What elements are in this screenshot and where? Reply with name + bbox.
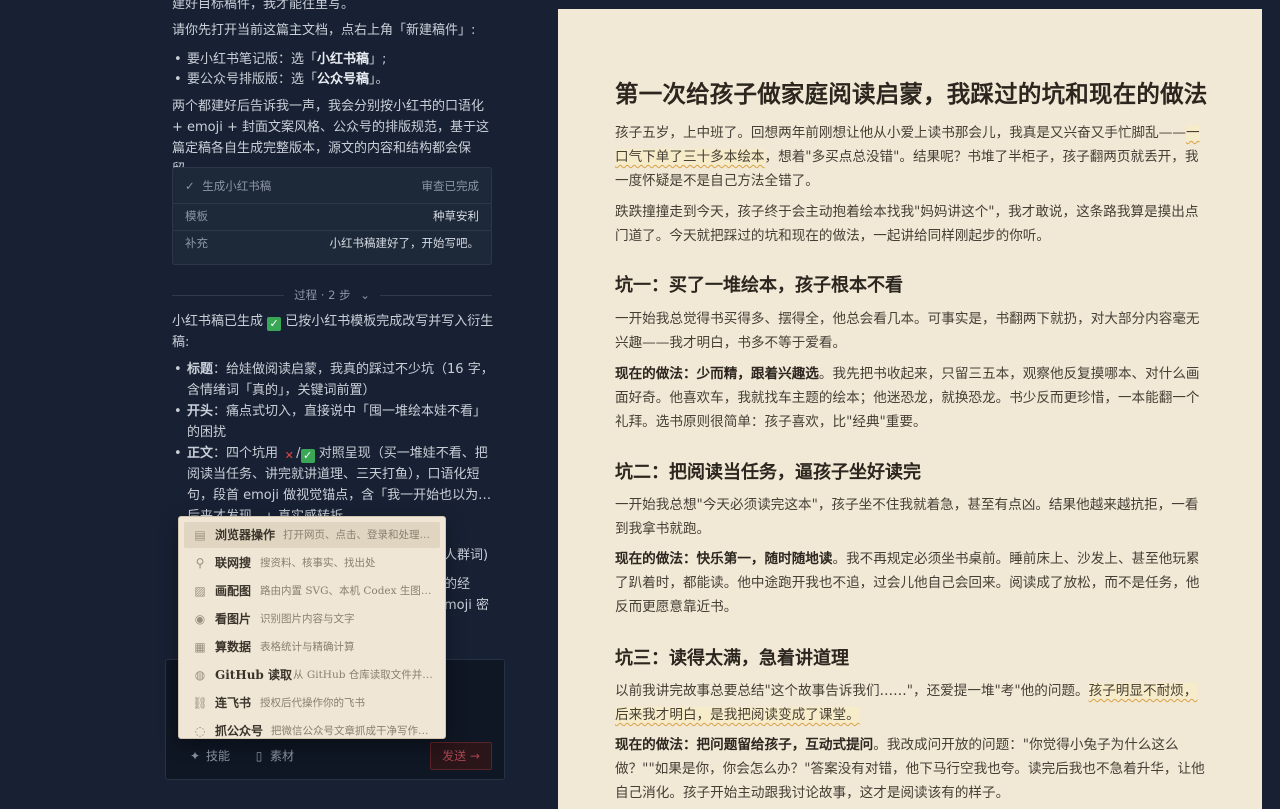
document-title: 第一次给孩子做家庭阅读启蒙，我踩过的坑和现在的做法 (615, 80, 1208, 108)
list-item: • 要公众号排版版：选「公众号稿」。 (174, 72, 389, 87)
list-item: • 正文：四个坑用 ✕ / ✓ 对照呈现（买一堆娃不看、把阅读当任务、讲完就讲道理、… (174, 446, 492, 524)
document-paragraph: 跌跌撞撞走到今天，孩子终于会主动抱着绘本找我"妈妈讲这个"，我才敢说，这条路我算… (615, 204, 1199, 244)
menu-item-image-gen[interactable]: ▨ 画配图 路由内置 SVG、本机 Codex 生图与… (184, 578, 440, 604)
process-toggle[interactable]: 过程 · 2 步 ⌄ (172, 286, 492, 304)
check-icon: ✓ (185, 179, 195, 193)
status-card-value: 小红书稿建好了，开始写吧。 (329, 236, 480, 250)
document-paragraph: 孩子五岁，上中班了。回想两年前刚想让他从小爱上读书那会儿，我真是又兴奋又手忙脚乱… (615, 125, 1200, 189)
menu-item-view-image[interactable]: ◉ 看图片 识别图片内容与文字 (184, 606, 440, 632)
menu-item-search[interactable]: ⚲ 联网搜 搜资料、核事实、找出处 (184, 550, 440, 576)
section-heading: 坑一：买了一堆绘本，孩子根本不看 (615, 275, 903, 296)
cross-emoji-icon: ✕ (284, 449, 294, 462)
list-item: • 标题：给娃做阅读启蒙，我真的踩过不少坑（16 字，含情绪词「真的」，关键词前… (174, 362, 494, 398)
chat-text-fragment: 的经 (444, 577, 471, 592)
chat-message-result: 小红书稿已生成 ✓ 已按小红书模板完成改写并写入衍生稿: (172, 314, 494, 350)
menu-item-data[interactable]: ▦ 算数据 表格统计与精确计算 (184, 634, 440, 660)
status-card-state: 审查已完成 (421, 179, 480, 193)
document-paragraph: 一开始我总想"今天必须读完这本"，孩子坐不住我就着急，甚至有点凶。结果他越来越抗… (615, 497, 1199, 537)
menu-item-wechat[interactable]: ◌ 抓公众号 把微信公众号文章抓成干净写作素材 (184, 718, 440, 738)
document-paragraph: 现在的做法：少而精，跟着兴趣选。我先把书收起来，只留三五本，观察他反复摸哪本、对… (615, 366, 1200, 430)
section-heading: 坑二：把阅读当任务，逼孩子坐好读完 (615, 462, 921, 483)
status-card-value: 种草安利 (433, 209, 479, 223)
eye-icon: ◉ (194, 612, 206, 626)
sparkle-icon: ✦ (189, 749, 201, 763)
search-icon: ⚲ (195, 556, 205, 570)
table-icon: ▦ (194, 640, 206, 654)
link-icon: ⛓ (192, 696, 208, 710)
list-item: • 开头：痛点式切入，直接说中「囤一堆绘本娃不看」的困扰 (174, 404, 487, 440)
github-icon: ◍ (194, 668, 206, 682)
image-icon: ▨ (194, 584, 206, 598)
menu-item-browser[interactable]: ▤ 浏览器操作 打开网页、点击、登录和处理交互 (184, 522, 440, 548)
process-label: 过程 · 2 步 (294, 288, 351, 302)
send-button[interactable]: 发送 → (430, 742, 492, 770)
skills-button[interactable]: ✦ 技能 (188, 747, 230, 765)
chat-message-line: 建好目标稿件，我才能往里写。 (172, 0, 355, 12)
list-item: • 要小红书笔记版：选「小红书稿」; (174, 52, 387, 67)
check-emoji-icon: ✓ (267, 317, 282, 331)
check-emoji-icon: ✓ (300, 449, 315, 463)
menu-item-github[interactable]: ◍ GitHub 读取 从 GitHub 仓库读取文件并… (184, 662, 440, 688)
document-paragraph: 现在的做法：快乐第一，随时随地读。我不再规定必须坐书桌前。睡前床上、沙发上、甚至… (615, 551, 1200, 615)
chat-message-intro: 请你先打开当前这篇主文档，点右上角「新建稿件」: (172, 23, 476, 38)
document-paragraph: 一开始我总觉得书买得多、摆得全，他总会看几本。可事实是，书翻两下就扔，对大部分内… (615, 311, 1200, 351)
status-card-title: 生成小红书稿 (202, 179, 272, 193)
status-card-label: 模板 (185, 209, 208, 223)
material-button[interactable]: ▯ 素材 (252, 747, 294, 765)
document-paragraph: 现在的做法：把问题留给孩子，互动式提问。我改成问开放的问题："你觉得小兔子为什么… (615, 737, 1205, 801)
file-icon: ▯ (255, 749, 263, 763)
result-list: • 标题：给娃做阅读启蒙，我真的踩过不少坑（16 字，含情绪词「真的」，关键词前… (172, 359, 494, 527)
document-paragraph: 以前我讲完故事总要总结"这个故事告诉我们……"，还爱提一堆"考"他的问题。孩子明… (615, 683, 1198, 723)
menu-item-feishu[interactable]: ⛓ 连飞书 授权后代操作你的飞书 (184, 690, 440, 716)
section-heading: 坑三：读得太满，急着讲道理 (615, 648, 849, 669)
chevron-down-icon: ⌄ (360, 288, 370, 302)
browser-icon: ▤ (194, 528, 206, 542)
document-page[interactable]: 第一次给孩子做家庭阅读启蒙，我踩过的坑和现在的做法 孩子五岁，上中班了。回想两年… (558, 9, 1262, 809)
skills-menu[interactable]: ▤ 浏览器操作 打开网页、点击、登录和处理交互 ⚲ 联网搜 搜资料、核事实、找出… (178, 516, 446, 739)
chat-text-fragment: moji 密 (444, 598, 489, 613)
status-card[interactable]: ✓ 生成小红书稿 审查已完成 模板 种草安利 补充 小红书稿建好了，开始写吧。 (172, 167, 492, 265)
status-card-label: 补充 (185, 236, 208, 250)
wechat-icon: ◌ (194, 724, 206, 738)
chat-text-fragment: 人群词) (444, 548, 489, 563)
